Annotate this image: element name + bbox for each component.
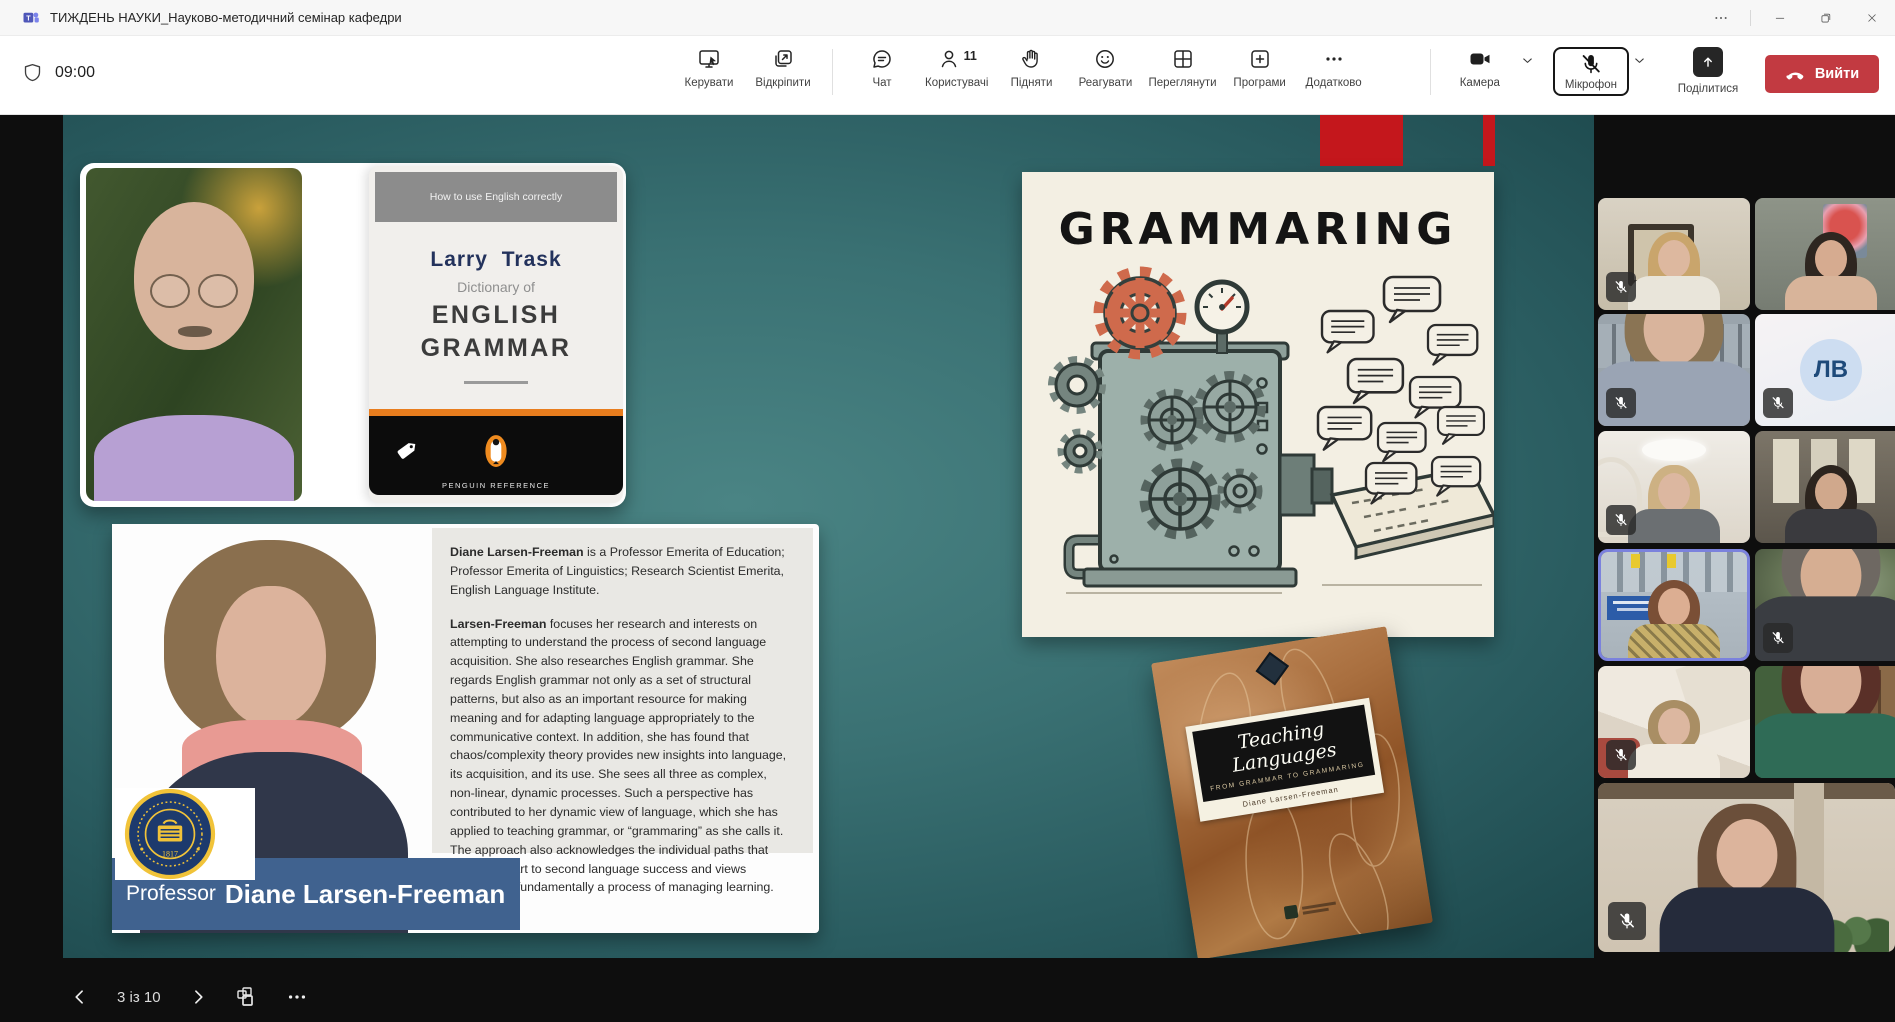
meeting-stage: How to use English correctly Larry Trask… xyxy=(0,115,1895,1022)
people-icon xyxy=(937,47,961,71)
slide-position: 3 із 10 xyxy=(117,989,161,1006)
teams-icon: T xyxy=(22,9,40,27)
orange-gear xyxy=(1100,273,1180,353)
flag xyxy=(1667,554,1676,568)
slide-navigation: 3 із 10 xyxy=(70,977,308,1017)
hangup-icon xyxy=(1785,64,1806,85)
meeting-timer: 09:00 xyxy=(55,64,95,82)
screen-control-icon xyxy=(697,47,721,71)
mic-muted-icon xyxy=(1579,52,1603,76)
apps-button[interactable]: Програми xyxy=(1223,47,1297,89)
slide-sorter-icon[interactable] xyxy=(235,985,259,1009)
muted-mic-badge xyxy=(1608,902,1646,940)
ceiling-light xyxy=(1642,439,1706,461)
share-button[interactable]: Поділитися xyxy=(1671,47,1745,95)
participant-tile[interactable] xyxy=(1755,666,1895,778)
muted-mic-badge xyxy=(1763,388,1793,418)
participant-tile-large[interactable] xyxy=(1598,783,1895,952)
share-icon xyxy=(1693,47,1723,77)
apps-plus-icon xyxy=(1248,47,1272,71)
muted-mic-badge xyxy=(1606,272,1636,302)
book-title: ENGLISH GRAMMAR xyxy=(369,299,623,365)
english-grammar-book-cover: How to use English correctly Larry Trask… xyxy=(369,166,623,503)
slide-more-options[interactable] xyxy=(286,986,308,1008)
grammaring-poster: GRAMMARING xyxy=(1022,172,1494,637)
grammar-machine-illustration xyxy=(1022,255,1494,605)
book-author: Larry Trask xyxy=(369,248,623,272)
camera-button[interactable]: Камера xyxy=(1443,47,1517,89)
mic-button[interactable]: Мікрофон xyxy=(1553,47,1629,96)
minimize-button[interactable] xyxy=(1757,0,1803,35)
participant-tile[interactable] xyxy=(1598,431,1750,543)
close-button[interactable] xyxy=(1849,0,1895,35)
poster-title: GRAMMARING xyxy=(1022,204,1494,255)
people-button[interactable]: 11 Користувачі xyxy=(919,47,994,89)
participant-count: 11 xyxy=(964,49,977,63)
titlebar-separator xyxy=(1750,10,1751,26)
flag xyxy=(1631,554,1640,568)
toolbar-divider xyxy=(1430,49,1431,95)
window-titlebar: T ТИЖДЕНЬ НАУКИ_Науково-методичний семін… xyxy=(0,0,1895,36)
window-title: ТИЖДЕНЬ НАУКИ_Науково-методичний семінар… xyxy=(50,10,402,25)
svg-text:1817: 1817 xyxy=(162,850,178,859)
muted-mic-badge xyxy=(1763,623,1793,653)
muted-mic-badge xyxy=(1606,388,1636,418)
teaching-languages-book: Teaching Languages FROM GRAMMAR TO GRAMM… xyxy=(1151,626,1433,958)
diane-larsen-freeman-card: Diane Larsen-Freeman is a Professor Emer… xyxy=(112,524,819,933)
smiley-icon xyxy=(1093,47,1117,71)
svg-text:T: T xyxy=(26,14,31,22)
slide-red-decoration xyxy=(1483,115,1495,166)
titlebar-more-button[interactable] xyxy=(1698,0,1744,35)
book-series: Dictionary of xyxy=(369,279,623,295)
raised-hand-icon xyxy=(1019,47,1043,71)
previous-slide-button[interactable] xyxy=(70,987,90,1007)
participant-tile[interactable] xyxy=(1755,549,1895,661)
raise-hand-button[interactable]: Підняти xyxy=(994,47,1068,89)
participant-tile[interactable] xyxy=(1598,666,1750,778)
next-slide-button[interactable] xyxy=(188,987,208,1007)
view-button[interactable]: Переглянути xyxy=(1142,47,1222,89)
participants-panel: ЛВ xyxy=(1594,115,1895,1022)
participant-tile[interactable] xyxy=(1598,314,1750,426)
ceiling-beam xyxy=(1598,783,1895,799)
more-button[interactable]: Додатково xyxy=(1297,47,1371,89)
participant-tile[interactable] xyxy=(1598,198,1750,310)
camera-icon xyxy=(1468,47,1492,71)
camera-chevron-icon[interactable] xyxy=(1520,53,1535,68)
glasses xyxy=(144,274,244,308)
participant-tile-speaking[interactable] xyxy=(1598,549,1750,661)
muted-mic-badge xyxy=(1606,505,1636,535)
book-publisher: PENGUIN REFERENCE xyxy=(369,481,623,490)
manage-button[interactable]: Керувати xyxy=(672,47,746,89)
muted-mic-badge xyxy=(1606,740,1636,770)
chat-icon xyxy=(870,47,894,71)
ellipsis-icon xyxy=(1322,47,1346,71)
mic-chevron-icon[interactable] xyxy=(1632,53,1647,68)
umich-seal: 1817 xyxy=(115,788,255,880)
larry-trask-photo xyxy=(86,168,302,501)
toolbar-divider xyxy=(832,49,833,95)
diane-bio-text: Diane Larsen-Freeman is a Professor Emer… xyxy=(432,528,813,853)
meeting-toolbar: 09:00 Керувати Відкріпити Чат 11 Користу… xyxy=(0,36,1895,115)
shared-screen-slide: How to use English correctly Larry Trask… xyxy=(63,115,1594,958)
popout-icon xyxy=(771,47,795,71)
slide-red-decoration xyxy=(1320,115,1403,166)
view-grid-icon xyxy=(1171,47,1195,71)
react-button[interactable]: Реагувати xyxy=(1068,47,1142,89)
larry-trask-card: How to use English correctly Larry Trask… xyxy=(80,163,626,507)
participant-tile avatar-tile[interactable]: ЛВ xyxy=(1755,314,1895,426)
unpin-button[interactable]: Відкріпити xyxy=(746,47,820,89)
tag-icon xyxy=(395,440,418,463)
avatar-initials: ЛВ xyxy=(1800,339,1862,401)
leave-button[interactable]: Вийти xyxy=(1765,55,1879,93)
participant-tile[interactable] xyxy=(1755,198,1895,310)
participant-tile[interactable] xyxy=(1755,431,1895,543)
shield-icon xyxy=(22,62,43,83)
penguin-logo xyxy=(484,434,508,468)
book-tagline: How to use English correctly xyxy=(430,191,562,203)
chat-button[interactable]: Чат xyxy=(845,47,919,89)
restore-button[interactable] xyxy=(1803,0,1849,35)
